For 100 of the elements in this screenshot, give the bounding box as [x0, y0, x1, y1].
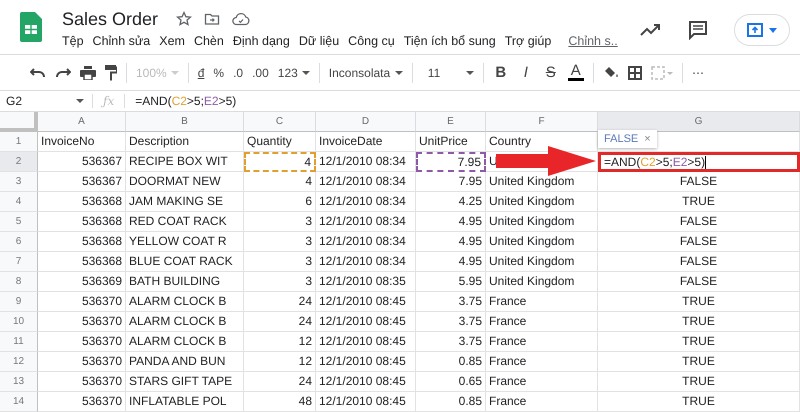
table-cell: YELLOW COAT R	[126, 232, 244, 252]
table-cell: RECIPE BOX WIT	[126, 152, 244, 172]
font-dropdown[interactable]: Inconsolata	[328, 66, 403, 80]
table-cell: 536370	[38, 332, 126, 352]
table-cell: 3	[244, 212, 316, 232]
increase-decimal-button[interactable]: .00	[252, 66, 269, 80]
row-header[interactable]: 5	[0, 212, 38, 232]
column-header[interactable]: F	[486, 112, 598, 132]
menu-item[interactable]: Trợ giúp	[504, 34, 552, 48]
percent-button[interactable]: %	[213, 66, 224, 80]
table-cell: 12/1/2010 08:34	[316, 232, 416, 252]
table-cell: INFLATABLE POL	[126, 392, 244, 412]
table-cell: 12	[244, 332, 316, 352]
table-cell: 3	[244, 252, 316, 272]
bold-button[interactable]: B	[492, 64, 509, 81]
table-cell: 4	[244, 152, 316, 172]
menu-item[interactable]: Công cụ	[348, 34, 395, 48]
last-edit-link[interactable]: Chỉnh s..	[568, 34, 618, 48]
name-box[interactable]: G2	[0, 94, 92, 108]
menu-item[interactable]: Định dạng	[232, 34, 290, 48]
formula-field[interactable]: =AND(C2>5;E2>5)	[125, 94, 236, 108]
table-cell: FALSE	[598, 252, 800, 272]
table-cell: 4	[244, 172, 316, 192]
text-color-button[interactable]: A	[568, 64, 584, 81]
row-header[interactable]: 10	[0, 312, 38, 332]
table-cell: TRUE	[598, 332, 800, 352]
column-header[interactable]: D	[316, 112, 416, 132]
table-cell: Quantity	[244, 132, 316, 152]
table-cell: 12	[244, 352, 316, 372]
column-header[interactable]: A	[38, 112, 126, 132]
menu-item[interactable]: Tiện ích bổ sung	[404, 34, 496, 48]
row-header[interactable]: 2	[0, 152, 38, 172]
table-cell: ALARM CLOCK B	[126, 292, 244, 312]
table-cell: BATH BUILDING	[126, 272, 244, 292]
table-cell: 3	[244, 232, 316, 252]
row-header[interactable]: 4	[0, 192, 38, 212]
column-header[interactable]: G	[598, 112, 800, 132]
table-cell: Description	[126, 132, 244, 152]
table-cell: 536368	[38, 252, 126, 272]
fx-icon: ƒx	[93, 94, 124, 108]
table-cell: 536370	[38, 292, 126, 312]
table-cell: 4.95	[416, 252, 486, 272]
table-cell: 24	[244, 312, 316, 332]
decrease-decimal-button[interactable]: .0	[233, 66, 244, 80]
table-cell: 536370	[38, 392, 126, 412]
row-header[interactable]: 12	[0, 352, 38, 372]
table-cell: France	[486, 392, 598, 412]
column-header[interactable]: C	[244, 112, 316, 132]
table-cell: 24	[244, 372, 316, 392]
currency-button[interactable]: đ	[198, 66, 204, 80]
number-format-dropdown[interactable]: 123	[278, 66, 310, 80]
table-cell: 12/1/2010 08:34	[316, 212, 416, 232]
table-cell: 12/1/2010 08:34	[316, 172, 416, 192]
table-cell: 12/1/2010 08:45	[316, 332, 416, 352]
menu-item[interactable]: Chỉnh sửa	[92, 34, 150, 48]
column-header[interactable]: B	[126, 112, 244, 132]
document-title[interactable]: Sales Order	[62, 8, 158, 30]
row-header[interactable]: 9	[0, 292, 38, 312]
menu-item[interactable]: Chèn	[194, 34, 224, 48]
table-cell: 48	[244, 392, 316, 412]
row-header[interactable]: 13	[0, 372, 38, 392]
table-cell: FALSE	[598, 272, 800, 292]
menu-item[interactable]: Dữ liệu	[298, 34, 340, 48]
table-cell: United Kingdom	[486, 252, 598, 272]
menu-item[interactable]: Tệp	[62, 34, 84, 48]
row-header[interactable]: 8	[0, 272, 38, 292]
row-header[interactable]: 11	[0, 332, 38, 352]
table-cell: 3	[244, 272, 316, 292]
strikethrough-button[interactable]: S	[542, 64, 559, 81]
table-cell: 12/1/2010 08:45	[316, 312, 416, 332]
table-cell: United Kingdom	[486, 212, 598, 232]
table-cell: 12/1/2010 08:45	[316, 392, 416, 412]
table-cell: DOORMAT NEW	[126, 172, 244, 192]
table-cell: 4.95	[416, 212, 486, 232]
row-header[interactable]: 1	[0, 132, 38, 152]
table-cell: 5.95	[416, 272, 486, 292]
italic-button[interactable]: I	[518, 64, 534, 81]
menu-item[interactable]: Xem	[159, 34, 185, 48]
table-cell: InvoiceDate	[316, 132, 416, 152]
table-cell: 7.95	[416, 152, 486, 172]
table-cell: France	[486, 292, 598, 312]
more-button[interactable]: ⋯	[692, 66, 704, 80]
table-cell: 7.95	[416, 172, 486, 192]
table-cell: RED COAT RACK	[126, 212, 244, 232]
close-button[interactable]: ×	[644, 133, 651, 145]
font-size-dropdown[interactable]: 11	[422, 66, 474, 80]
table-cell: FALSE	[598, 232, 800, 252]
row-header[interactable]: 7	[0, 252, 38, 272]
row-header[interactable]: 3	[0, 172, 38, 192]
table-cell: 536367	[38, 152, 126, 172]
table-cell: 536369	[38, 272, 126, 292]
row-header[interactable]: 14	[0, 392, 38, 412]
table-cell: United Kingdom	[486, 232, 598, 252]
row-header[interactable]: 6	[0, 232, 38, 252]
table-cell: TRUE	[598, 352, 800, 372]
column-header[interactable]: E	[416, 112, 486, 132]
table-cell: 12/1/2010 08:45	[316, 292, 416, 312]
table-cell: 0.85	[416, 352, 486, 372]
table-cell: TRUE	[598, 372, 800, 392]
cell-editor[interactable]: =AND(C2>5;E2>5)	[598, 152, 800, 172]
